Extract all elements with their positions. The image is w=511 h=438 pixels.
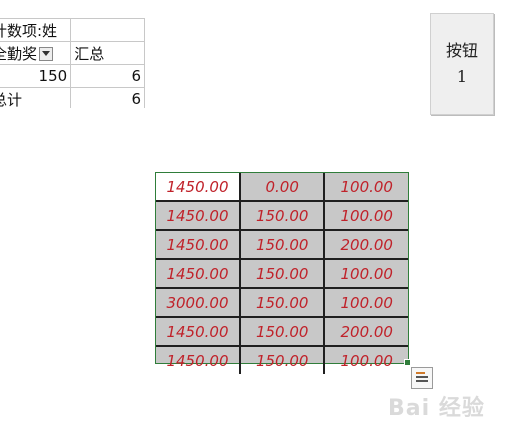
- grid-cell[interactable]: 150.00: [239, 288, 326, 318]
- pivot-row-value: 150 6: [0, 64, 145, 88]
- pivot-cell[interactable]: 6: [70, 64, 145, 88]
- pivot-field-label: 全勤奖: [0, 44, 38, 63]
- grid-cell[interactable]: 1450.00: [156, 230, 241, 260]
- table-row: 1450.00 0.00 100.00: [156, 173, 408, 202]
- fill-handle[interactable]: [404, 359, 411, 366]
- watermark: Bai 经验: [388, 396, 485, 421]
- table-row: 1450.00 150.00 100.00: [156, 346, 408, 374]
- pivot-cell[interactable]: 全勤奖: [0, 41, 72, 65]
- grid-cell[interactable]: 150.00: [239, 201, 326, 231]
- pivot-row-header: 计数项:姓: [0, 18, 145, 42]
- grid-cell[interactable]: 1450.00: [156, 317, 241, 347]
- grid-cell[interactable]: 1450.00: [156, 201, 241, 231]
- grid-cell[interactable]: 1450.00: [156, 173, 241, 202]
- pivot-row-field: 全勤奖 汇总: [0, 41, 145, 65]
- table-row: 1450.00 150.00 100.00: [156, 259, 408, 289]
- grid-cell[interactable]: 0.00: [239, 173, 326, 202]
- table-row: 1450.00 150.00 100.00: [156, 201, 408, 231]
- pivot-cell[interactable]: 计数项:姓: [0, 18, 72, 42]
- grid-cell[interactable]: 150.00: [239, 230, 326, 260]
- grid-cell[interactable]: 150.00: [239, 317, 326, 347]
- grid-cell[interactable]: 100.00: [324, 201, 408, 231]
- form-button-label: 按钮: [445, 41, 478, 60]
- pivot-cell[interactable]: 汇总: [70, 41, 145, 65]
- pivot-cell[interactable]: [70, 18, 145, 42]
- filter-dropdown-icon[interactable]: [39, 47, 54, 61]
- grid-cell[interactable]: 1450.00: [156, 346, 241, 374]
- grid-cell[interactable]: 100.00: [324, 346, 408, 374]
- grid-cell[interactable]: 200.00: [324, 230, 408, 260]
- pasted-data-grid[interactable]: 1450.00 0.00 100.00 1450.00 150.00 100.0…: [155, 172, 409, 374]
- grid-cell[interactable]: 100.00: [324, 288, 408, 318]
- pivot-table: 计数项:姓 全勤奖 汇总 150 6 总计 6: [0, 0, 157, 108]
- grid-cell[interactable]: 200.00: [324, 317, 408, 347]
- form-button[interactable]: 按钮 1: [430, 13, 494, 115]
- table-row: 3000.00 150.00 100.00: [156, 288, 408, 318]
- paste-options-icon[interactable]: [411, 367, 433, 389]
- grid-cell[interactable]: 100.00: [324, 173, 408, 202]
- grid-cell[interactable]: 1450.00: [156, 259, 241, 289]
- table-row: 1450.00 150.00 200.00: [156, 230, 408, 260]
- clipboard-icon: [416, 372, 428, 384]
- grid-cell[interactable]: 150.00: [239, 259, 326, 289]
- pivot-cell[interactable]: 总计: [0, 87, 72, 108]
- pivot-cell[interactable]: 150: [0, 64, 72, 88]
- form-button-number: 1: [456, 67, 468, 86]
- grid-cell[interactable]: 3000.00: [156, 288, 241, 318]
- pivot-row-total: 总计 6: [0, 87, 145, 108]
- pivot-cell[interactable]: 6: [70, 87, 145, 108]
- grid-cell[interactable]: 100.00: [324, 259, 408, 289]
- table-row: 1450.00 150.00 200.00: [156, 317, 408, 347]
- grid-cell[interactable]: 150.00: [239, 346, 326, 374]
